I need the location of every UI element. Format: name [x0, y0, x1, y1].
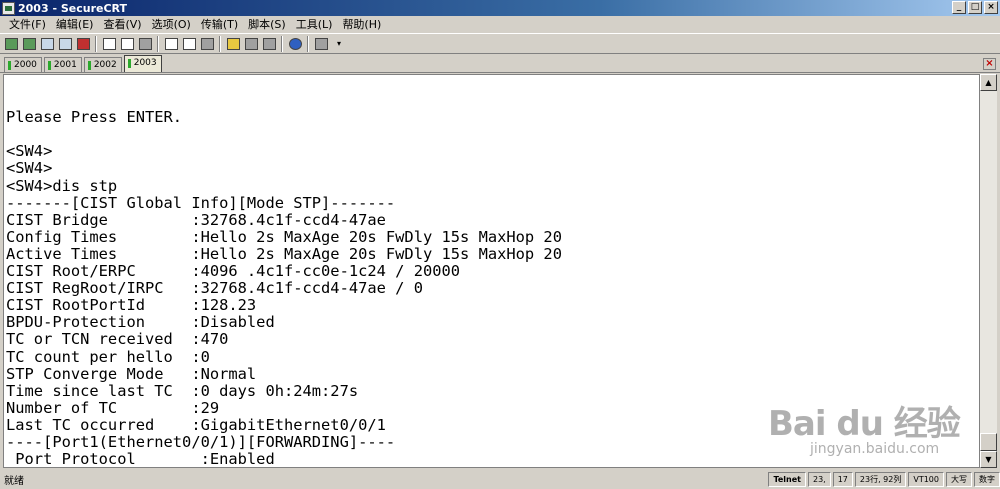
status-protocol: Telnet [768, 472, 806, 487]
terminal-line: TC count per hello :0 [6, 347, 210, 366]
terminal-line: ----[Port1(Ethernet0/0/1)][FORWARDING]--… [6, 432, 396, 451]
close-button[interactable]: × [984, 1, 998, 14]
minimize-button[interactable]: _ [952, 1, 966, 14]
tab-2002[interactable]: 2002 [83, 57, 122, 72]
menu-file[interactable]: 文件(F) [4, 17, 51, 33]
toolbar-separator [157, 35, 159, 52]
status-ready: 就绪 [4, 476, 24, 487]
window-controls: _ □ × [952, 1, 998, 14]
reconnect-icon[interactable] [57, 36, 73, 52]
terminal-line: Time since last TC :0 days 0h:24m:27s [6, 381, 359, 400]
menu-edit[interactable]: 编辑(E) [51, 17, 99, 33]
terminal-line: -------[CIST Global Info][Mode STP]-----… [6, 193, 396, 212]
terminal-line: CIST RegRoot/IRPC :32768.4c1f-ccd4-47ae … [6, 279, 423, 298]
disconnect-icon[interactable] [75, 36, 91, 52]
copy-icon[interactable] [101, 36, 117, 52]
menu-script[interactable]: 脚本(S) [243, 17, 291, 33]
print-setup-icon[interactable] [181, 36, 197, 52]
terminal-line: CIST RootPortId :128.23 [6, 296, 257, 315]
status-cursor-col: 17 [832, 472, 853, 487]
terminal-line: STP Converge Mode :Normal [6, 364, 257, 383]
toolbar-overflow-icon[interactable]: ▾ [331, 36, 347, 52]
terminal-line: BPDU-Protection :Disabled [6, 313, 275, 332]
tab-2003[interactable]: 2003 [123, 55, 162, 72]
print-preview-icon[interactable] [199, 36, 215, 52]
scrollbar-thumb[interactable] [980, 433, 997, 451]
menu-transfer[interactable]: 传输(T) [196, 17, 243, 33]
terminal-line: Active Times :Hello 2s MaxAge 20s FwDly … [6, 244, 562, 263]
tab-2000[interactable]: 2000 [4, 57, 42, 72]
window-title: 2003 - SecureCRT [18, 1, 128, 15]
menu-help[interactable]: 帮助(H) [337, 17, 386, 33]
connect-in-tab-icon[interactable] [39, 36, 55, 52]
menu-options[interactable]: 选项(O) [147, 17, 196, 33]
menu-view[interactable]: 查看(V) [98, 17, 146, 33]
terminal-line: <SW4> [6, 142, 53, 161]
status-num: 数字 [974, 472, 1000, 487]
session-tab-bar: 2000 2001 2002 2003 [0, 55, 1000, 73]
toolbar-separator [307, 35, 309, 52]
maximize-button[interactable]: □ [968, 1, 982, 14]
keymap-icon[interactable] [261, 36, 277, 52]
terminal-line: Please Press ENTER. [6, 108, 183, 127]
terminal-line: CIST Bridge :32768.4c1f-ccd4-47ae [6, 210, 386, 229]
global-options-icon[interactable] [243, 36, 259, 52]
toolbar-separator [219, 35, 221, 52]
tab-2001[interactable]: 2001 [43, 57, 82, 72]
menu-bar: 文件(F) 编辑(E) 查看(V) 选项(O) 传输(T) 脚本(S) 工具(L… [0, 16, 1000, 33]
title-bar: 2003 - SecureCRT _ □ × [0, 0, 1000, 16]
terminal-line: TC or TCN received :470 [6, 330, 229, 349]
scroll-down-icon[interactable]: ▼ [980, 451, 997, 468]
terminal-line: Number of TC :29 [6, 398, 220, 417]
status-emulation: VT100 [908, 472, 944, 487]
monitor-icon[interactable] [313, 36, 329, 52]
terminal-output: Please Press ENTER. <SW4> <SW4> <SW4>dis st… [6, 75, 562, 468]
help-icon[interactable] [287, 36, 303, 52]
connect-icon[interactable] [3, 36, 19, 52]
terminal-line: Port Protocol :Enabled [6, 450, 275, 468]
scroll-up-icon[interactable]: ▲ [980, 74, 997, 91]
toolbar: ▾ [0, 33, 1000, 54]
find-icon[interactable] [137, 36, 153, 52]
close-tab-icon[interactable]: × [983, 58, 996, 70]
status-bar: 就绪 Telnet 23, 17 23行, 92列 VT100 大写 数字 [0, 470, 1000, 489]
status-size: 23行, 92列 [854, 472, 907, 487]
terminal-line: <SW4> [6, 159, 53, 178]
terminal-line: CIST Root/ERPC :4096 .4c1f-cc0e-1c24 / 2… [6, 262, 461, 281]
menu-tools[interactable]: 工具(L) [291, 17, 338, 33]
paste-icon[interactable] [119, 36, 135, 52]
toolbar-separator [95, 35, 97, 52]
securecrt-app-icon[interactable] [2, 1, 15, 15]
terminal-line: <SW4>dis stp [6, 176, 118, 195]
terminal-line: Last TC occurred :GigabitEthernet0/0/1 [6, 415, 386, 434]
terminal-line: Config Times :Hello 2s MaxAge 20s FwDly … [6, 227, 562, 246]
session-options-icon[interactable] [225, 36, 241, 52]
terminal-scrollbar[interactable]: ▲ ▼ [980, 74, 997, 468]
print-icon[interactable] [163, 36, 179, 52]
status-cursor-row: 23, [807, 472, 831, 487]
quick-connect-icon[interactable] [21, 36, 37, 52]
terminal-screen[interactable]: Please Press ENTER. <SW4> <SW4> <SW4>dis st… [3, 74, 980, 468]
status-caps: 大写 [946, 472, 972, 487]
toolbar-separator [281, 35, 283, 52]
